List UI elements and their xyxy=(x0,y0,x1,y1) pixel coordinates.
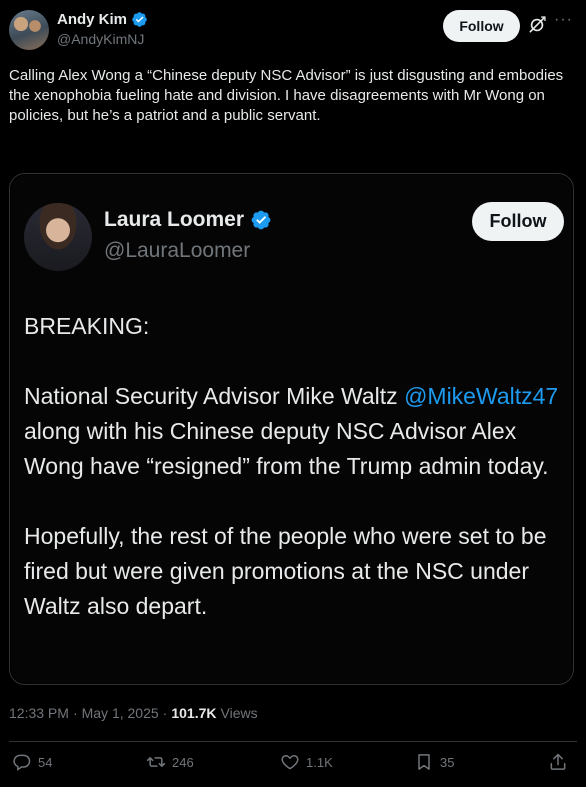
quoted-para-main-pre: National Security Advisor Mike Waltz xyxy=(24,383,405,409)
author-name-row[interactable]: Andy Kim xyxy=(57,11,148,28)
verified-badge-icon xyxy=(251,210,271,230)
verified-badge-icon xyxy=(132,12,147,27)
more-icon[interactable]: ··· xyxy=(554,11,573,29)
bookmark-count: 35 xyxy=(440,754,455,770)
author-name[interactable]: Andy Kim xyxy=(57,11,127,28)
quoted-tweet-card[interactable]: Laura Loomer @LauraLoomer Follow BREAKIN… xyxy=(9,173,574,685)
follow-button[interactable]: Follow xyxy=(443,10,520,42)
quoted-author-handle: @LauraLoomer xyxy=(104,239,251,262)
quoted-follow-button: Follow xyxy=(472,202,564,241)
action-bar: 54 246 1.1K 35 xyxy=(0,752,586,778)
bookmark-icon xyxy=(418,754,430,770)
tweet-time[interactable]: 12:33 PM xyxy=(9,705,69,721)
quoted-author-name: Laura Loomer xyxy=(104,208,245,231)
reply-count: 54 xyxy=(38,754,53,770)
quoted-tweet-body: BREAKING: National Security Advisor Mike… xyxy=(24,309,564,624)
tweet-text: Calling Alex Wong a “Chinese deputy NSC … xyxy=(9,67,564,124)
tweet-date[interactable]: May 1, 2025 xyxy=(82,705,159,721)
meta-separator: · xyxy=(72,705,78,721)
like-button[interactable]: 1.1K xyxy=(280,752,333,772)
like-icon xyxy=(281,755,299,770)
quoted-para-main-post: along with his Chinese deputy NSC Adviso… xyxy=(24,418,549,479)
author-avatar[interactable] xyxy=(9,10,49,50)
quoted-author-avatar xyxy=(24,203,92,271)
share-icon xyxy=(550,753,566,770)
views-label: Views xyxy=(220,705,258,721)
repost-button[interactable]: 246 xyxy=(146,752,194,772)
tweet-meta: 12:33 PM · May 1, 2025 · 101.7K Views xyxy=(9,705,258,721)
author-handle[interactable]: @AndyKimNJ xyxy=(57,31,144,47)
repost-icon xyxy=(146,757,166,767)
quoted-para-main: National Security Advisor Mike Waltz @Mi… xyxy=(24,379,564,484)
repost-count: 246 xyxy=(172,754,194,770)
quoted-tweet-image: Laura Loomer @LauraLoomer Follow BREAKIN… xyxy=(11,175,572,683)
reply-button[interactable]: 54 xyxy=(12,752,52,772)
quoted-author-name-row: Laura Loomer xyxy=(104,208,272,232)
reply-icon xyxy=(13,754,31,771)
bookmark-button[interactable]: 35 xyxy=(414,752,454,772)
quoted-para-breaking: BREAKING: xyxy=(24,313,150,339)
meta-separator: · xyxy=(162,705,168,721)
views-count: 101.7K xyxy=(171,705,217,721)
divider xyxy=(9,741,577,742)
share-button[interactable] xyxy=(548,752,568,772)
like-count: 1.1K xyxy=(306,754,333,770)
quoted-para-hope: Hopefully, the rest of the people who we… xyxy=(24,523,547,619)
mention-link: @MikeWaltz47 xyxy=(404,383,559,409)
grok-icon[interactable] xyxy=(527,15,547,35)
